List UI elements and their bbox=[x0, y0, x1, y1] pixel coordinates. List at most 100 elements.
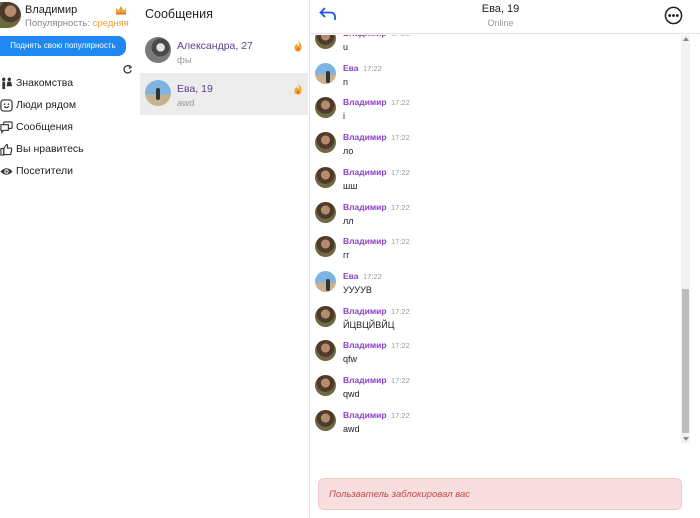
message-author[interactable]: Владимир bbox=[343, 97, 387, 107]
blocked-notice: Пользватель заблокировал вас bbox=[318, 478, 682, 510]
message-row: Владимир 17:22 гг bbox=[315, 236, 685, 270]
message-time: 17:22 bbox=[391, 376, 410, 385]
message-time: 17:22 bbox=[391, 306, 410, 316]
conversation-last-message: фы bbox=[177, 55, 192, 66]
people-icon bbox=[2, 77, 13, 89]
message-text: qwd bbox=[343, 389, 360, 399]
scroll-down-arrow[interactable] bbox=[683, 437, 689, 441]
avatar[interactable] bbox=[315, 132, 336, 154]
message-time: 17:22 bbox=[391, 133, 410, 143]
main-nav: Знакомства Люди рядом Сообщения Вы нрави… bbox=[0, 72, 140, 182]
avatar[interactable] bbox=[315, 166, 336, 188]
chat-icon bbox=[0, 120, 13, 134]
message-author[interactable]: Владимир bbox=[343, 167, 387, 177]
conversations-title: Сообщения bbox=[145, 7, 213, 21]
message-author[interactable]: Владимир bbox=[343, 236, 387, 246]
message-author[interactable]: Владимир bbox=[343, 202, 387, 212]
nav-item-nearby[interactable]: Люди рядом bbox=[0, 94, 140, 116]
chat-peer-status: Online bbox=[487, 18, 514, 28]
avatar[interactable] bbox=[315, 340, 336, 362]
message-text: ЙЦВЦЙВЙЦ bbox=[343, 319, 395, 330]
message-text: awd bbox=[343, 423, 360, 434]
message-row: Владимир 17:22 u bbox=[315, 35, 685, 62]
nav-item-label: Знакомства bbox=[16, 77, 74, 89]
message-author[interactable]: Владимир bbox=[343, 306, 387, 316]
popularity-value: средняя bbox=[92, 18, 129, 29]
message-author[interactable]: Владимир bbox=[343, 375, 387, 385]
boost-popularity-button[interactable]: Поднять свою популярность bbox=[0, 36, 126, 56]
message-row: Владимир 17:22 ло bbox=[315, 132, 685, 166]
avatar[interactable] bbox=[315, 409, 336, 431]
scroll-thumb[interactable] bbox=[682, 289, 689, 433]
avatar[interactable] bbox=[315, 35, 336, 49]
nav-item-label: Вы нравитесь bbox=[16, 143, 84, 155]
message-text: ло bbox=[343, 146, 354, 157]
message-text: qfw bbox=[343, 354, 358, 365]
avatar[interactable] bbox=[315, 236, 336, 258]
flame-icon bbox=[294, 40, 302, 52]
message-row: Владимир 17:22 awd bbox=[315, 409, 685, 443]
popularity-label: Популярность: bbox=[25, 18, 90, 29]
message-text: шш bbox=[343, 180, 358, 191]
avatar[interactable] bbox=[315, 62, 336, 84]
avatar[interactable] bbox=[315, 305, 336, 327]
nav-item-dating[interactable]: Знакомства bbox=[0, 72, 140, 94]
chat-panel: Ева, 19 Online Владимир 17:22 u Ева 17:22 n Вл… bbox=[309, 0, 700, 518]
thumbs-up-icon bbox=[0, 143, 13, 156]
avatar[interactable] bbox=[315, 375, 336, 396]
chat-header: Ева, 19 Online bbox=[310, 0, 700, 34]
eye-icon bbox=[0, 167, 13, 175]
message-list: Владимир17:22uЕва17:22nВладимир17:22iВла… bbox=[310, 35, 691, 443]
message-scrollbar[interactable] bbox=[681, 35, 690, 443]
nav-item-label: Сообщения bbox=[16, 121, 73, 133]
avatar bbox=[145, 80, 171, 106]
message-row: Владимир 17:22 ЙЦВЦЙВЙЦ bbox=[315, 305, 685, 340]
conversation-name: Александра, 27 bbox=[177, 40, 253, 52]
profile-sidebar: Владимир Популярность: средняя Поднять с… bbox=[0, 0, 140, 518]
message-time: 17:22 bbox=[391, 202, 410, 212]
conversation-item[interactable]: Александра, 27 фы bbox=[140, 30, 308, 72]
avatar[interactable] bbox=[315, 270, 336, 292]
profile-header: Владимир Популярность: средняя bbox=[0, 2, 140, 30]
message-row: Владимир 17:22 qfw bbox=[315, 340, 685, 374]
message-text: УУУУВ bbox=[343, 284, 372, 295]
message-row: Владимир 17:22 i bbox=[315, 97, 685, 131]
message-text: u bbox=[343, 42, 349, 52]
message-time: 17:22 bbox=[391, 237, 410, 247]
message-row: Ева 17:22 УУУУВ bbox=[315, 270, 685, 305]
more-options-icon[interactable] bbox=[664, 6, 683, 25]
conversation-list: Сообщения Александра, 27 фы Ева, 19 awd bbox=[140, 0, 308, 518]
nav-item-messages[interactable]: Сообщения bbox=[0, 116, 140, 138]
nav-item-visitors[interactable]: Посетители bbox=[0, 160, 140, 182]
message-author[interactable]: Ева bbox=[343, 63, 359, 73]
scroll-up-arrow[interactable] bbox=[683, 37, 689, 41]
message-text: лл bbox=[343, 215, 354, 226]
avatar[interactable] bbox=[315, 97, 336, 119]
app-window: Владимир Популярность: средняя Поднять с… bbox=[0, 0, 700, 518]
conversation-last-message: awd bbox=[177, 98, 195, 109]
profile-name[interactable]: Владимир bbox=[25, 4, 77, 16]
conversation-item[interactable]: Ева, 19 awd bbox=[140, 73, 308, 115]
message-row: Ева 17:22 n bbox=[315, 62, 685, 97]
flame-icon bbox=[294, 83, 302, 95]
message-author[interactable]: Владимир bbox=[343, 132, 387, 142]
message-author[interactable]: Ева bbox=[343, 271, 359, 281]
chat-peer-name[interactable]: Ева, 19 bbox=[310, 3, 691, 15]
message-time: 17:22 bbox=[391, 410, 410, 420]
message-row: Владимир 17:22 шш bbox=[315, 166, 685, 201]
avatar[interactable] bbox=[0, 2, 21, 28]
avatar bbox=[145, 37, 171, 63]
avatar[interactable] bbox=[315, 201, 336, 223]
message-time: 17:22 bbox=[391, 167, 410, 177]
message-author[interactable]: Владимир bbox=[343, 35, 387, 38]
message-text: гг bbox=[343, 250, 350, 261]
message-row: Владимир 17:22 qwd bbox=[315, 375, 685, 409]
message-time: 17:22 bbox=[391, 341, 410, 351]
message-time: 17:22 bbox=[363, 63, 382, 73]
message-text: i bbox=[343, 111, 345, 122]
nav-item-likes[interactable]: Вы нравитесь bbox=[0, 138, 140, 160]
message-row: Владимир 17:22 лл bbox=[315, 201, 685, 236]
message-author[interactable]: Владимир bbox=[343, 340, 387, 350]
message-author[interactable]: Владимир bbox=[343, 410, 387, 420]
nav-item-label: Люди рядом bbox=[16, 99, 77, 111]
